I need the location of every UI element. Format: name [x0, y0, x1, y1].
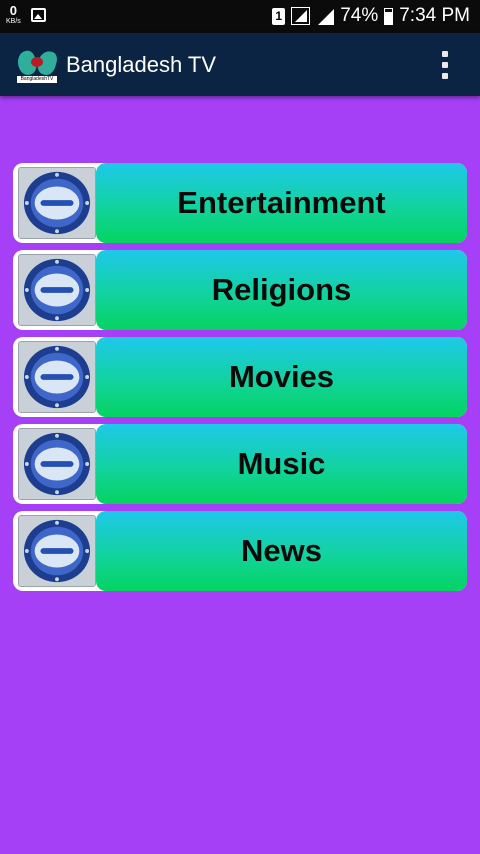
overflow-menu-icon[interactable] — [442, 51, 448, 79]
tv-remote-icon — [18, 254, 96, 326]
network-speed-unit: KB/s — [6, 18, 21, 25]
category-button[interactable]: Religions — [96, 250, 467, 330]
sim-icon: 1 — [272, 7, 286, 25]
clock: 7:34 PM — [399, 5, 470, 26]
category-row-movies[interactable]: Movies — [13, 337, 467, 417]
signal-icon — [316, 7, 335, 25]
app-logo: BangladeshTV — [15, 45, 59, 85]
battery-icon — [384, 7, 394, 25]
category-list: Entertainment Religions Movies Music New — [13, 163, 467, 598]
status-bar: 0 KB/s 1 74% 7:34 PM — [0, 0, 480, 33]
category-button[interactable]: Entertainment — [96, 163, 467, 243]
category-button[interactable]: Movies — [96, 337, 467, 417]
image-notification-icon — [30, 7, 46, 22]
category-button[interactable]: News — [96, 511, 467, 591]
tv-remote-icon — [18, 515, 96, 587]
category-label: Entertainment — [177, 185, 386, 220]
category-label: Movies — [228, 359, 335, 394]
tv-remote-icon — [18, 341, 96, 413]
category-label: News — [241, 533, 322, 568]
network-speed: 0 KB/s — [6, 4, 21, 25]
tv-remote-icon — [18, 167, 96, 239]
logo-text: BangladeshTV — [17, 75, 57, 83]
battery-percent: 74% — [340, 5, 379, 26]
category-row-religions[interactable]: Religions — [13, 250, 467, 330]
category-button[interactable]: Music — [96, 424, 467, 504]
category-row-entertainment[interactable]: Entertainment — [13, 163, 467, 243]
app-bar: BangladeshTV Bangladesh TV — [0, 33, 480, 96]
network-speed-value: 0 — [9, 3, 18, 18]
category-label: Religions — [211, 272, 352, 307]
signal-box-icon — [291, 7, 311, 25]
category-row-news[interactable]: News — [13, 511, 467, 591]
category-label: Music — [237, 446, 326, 481]
app-title: Bangladesh TV — [66, 51, 217, 77]
category-row-music[interactable]: Music — [13, 424, 467, 504]
tv-remote-icon — [18, 428, 96, 500]
